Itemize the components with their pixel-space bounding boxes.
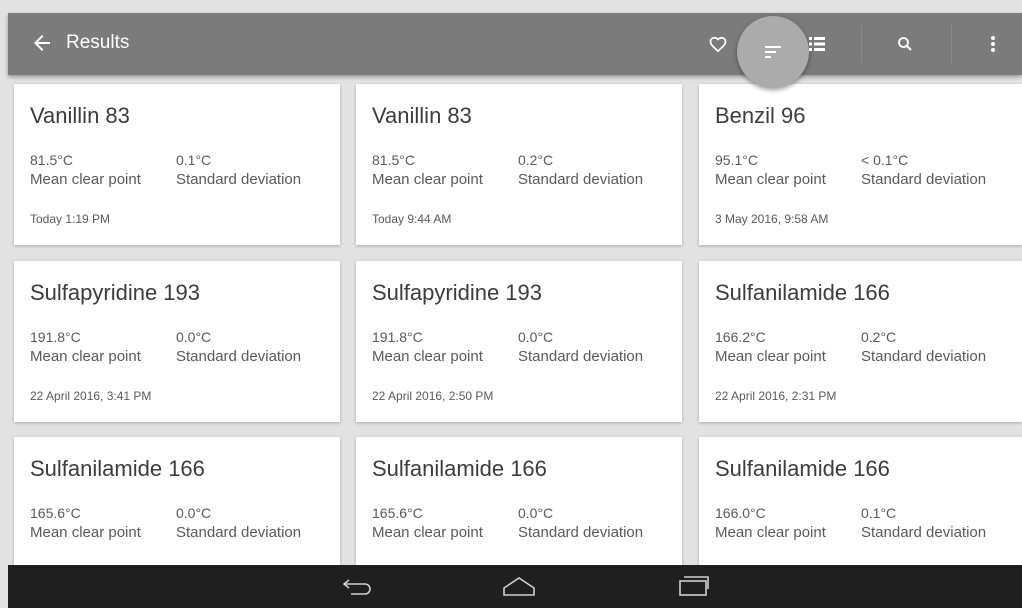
nav-recents-icon[interactable] bbox=[668, 571, 720, 601]
appbar-divider bbox=[951, 25, 952, 63]
result-card[interactable]: Benzil 96 95.1°C Mean clear point < 0.1°… bbox=[699, 84, 1022, 245]
mean-clear-point-label: Mean clear point bbox=[372, 348, 483, 365]
result-timestamp: 22 April 2016, 2:50 PM bbox=[372, 389, 494, 403]
result-timestamp: Today 1:19 PM bbox=[30, 212, 111, 226]
standard-deviation-value: 0.2°C bbox=[861, 329, 897, 345]
result-timestamp: Today 9:44 AM bbox=[372, 212, 452, 226]
system-nav-bar bbox=[8, 565, 1022, 608]
standard-deviation-label: Standard deviation bbox=[861, 524, 987, 541]
standard-deviation-value: 0.0°C bbox=[518, 505, 554, 521]
result-card[interactable]: Sulfapyridine 193 191.8°C Mean clear poi… bbox=[356, 261, 682, 422]
mean-clear-point-label: Mean clear point bbox=[715, 171, 826, 188]
standard-deviation-label: Standard deviation bbox=[861, 348, 987, 365]
result-name: Sulfanilamide 166 bbox=[30, 456, 205, 481]
mean-clear-point-value: 165.6°C bbox=[30, 505, 81, 521]
mean-clear-point-label: Mean clear point bbox=[30, 171, 141, 188]
mean-clear-point-label: Mean clear point bbox=[30, 348, 141, 365]
mean-clear-point-label: Mean clear point bbox=[30, 524, 141, 541]
mean-clear-point-value: 191.8°C bbox=[30, 329, 81, 345]
standard-deviation-value: 0.0°C bbox=[176, 505, 212, 521]
results-grid: Vanillin 83 81.5°C Mean clear point 0.1°… bbox=[0, 75, 1022, 565]
result-name: Benzil 96 bbox=[715, 103, 806, 128]
mean-clear-point-label: Mean clear point bbox=[372, 524, 483, 541]
standard-deviation-value: 0.0°C bbox=[176, 329, 212, 345]
search-icon[interactable] bbox=[893, 32, 917, 56]
mean-clear-point-value: 166.2°C bbox=[715, 329, 766, 345]
result-name: Vanillin 83 bbox=[372, 103, 472, 128]
result-timestamp: 22 April 2016, 2:31 PM bbox=[715, 389, 837, 403]
result-timestamp: 22 April 2016, 3:41 PM bbox=[30, 389, 152, 403]
mean-clear-point-label: Mean clear point bbox=[715, 348, 826, 365]
standard-deviation-label: Standard deviation bbox=[176, 171, 302, 188]
app-bar: Results bbox=[8, 13, 1022, 88]
result-card[interactable]: Sulfanilamide 166 165.6°C Mean clear poi… bbox=[14, 437, 340, 565]
result-card[interactable]: Sulfanilamide 166 165.6°C Mean clear poi… bbox=[356, 437, 682, 565]
heart-outline-icon[interactable] bbox=[706, 32, 730, 56]
more-vert-icon[interactable] bbox=[981, 32, 1005, 56]
standard-deviation-value: < 0.1°C bbox=[861, 152, 909, 168]
standard-deviation-label: Standard deviation bbox=[861, 171, 987, 188]
standard-deviation-label: Standard deviation bbox=[176, 348, 302, 365]
arrow-back-icon[interactable] bbox=[30, 31, 54, 55]
nav-back-icon[interactable] bbox=[332, 571, 384, 601]
result-card[interactable]: Sulfanilamide 166 166.2°C Mean clear poi… bbox=[699, 261, 1022, 422]
list-view-icon[interactable] bbox=[805, 32, 829, 56]
result-name: Sulfapyridine 193 bbox=[372, 280, 543, 305]
standard-deviation-label: Standard deviation bbox=[176, 524, 302, 541]
result-card[interactable]: Vanillin 83 81.5°C Mean clear point 0.2°… bbox=[356, 84, 682, 245]
standard-deviation-value: 0.2°C bbox=[518, 152, 554, 168]
nav-home-icon[interactable] bbox=[493, 571, 545, 601]
result-card[interactable]: Vanillin 83 81.5°C Mean clear point 0.1°… bbox=[14, 84, 340, 245]
mean-clear-point-value: 95.1°C bbox=[715, 152, 758, 168]
standard-deviation-value: 0.1°C bbox=[176, 152, 212, 168]
standard-deviation-label: Standard deviation bbox=[518, 348, 644, 365]
standard-deviation-value: 0.0°C bbox=[518, 329, 554, 345]
appbar-divider bbox=[861, 25, 862, 63]
mean-clear-point-value: 166.0°C bbox=[715, 505, 766, 521]
mean-clear-point-label: Mean clear point bbox=[715, 524, 826, 541]
result-name: Sulfanilamide 166 bbox=[715, 456, 890, 481]
mean-clear-point-value: 81.5°C bbox=[30, 152, 73, 168]
result-name: Sulfapyridine 193 bbox=[30, 280, 201, 305]
sort-icon[interactable] bbox=[761, 40, 785, 64]
page-title: Results bbox=[66, 32, 130, 53]
mean-clear-point-value: 191.8°C bbox=[372, 329, 423, 345]
result-name: Sulfanilamide 166 bbox=[715, 280, 890, 305]
result-timestamp: 3 May 2016, 9:58 AM bbox=[715, 212, 829, 226]
result-name: Sulfanilamide 166 bbox=[372, 456, 547, 481]
result-name: Vanillin 83 bbox=[30, 103, 130, 128]
mean-clear-point-value: 81.5°C bbox=[372, 152, 415, 168]
standard-deviation-label: Standard deviation bbox=[518, 524, 644, 541]
result-card[interactable]: Sulfanilamide 166 166.0°C Mean clear poi… bbox=[699, 437, 1022, 565]
standard-deviation-value: 0.1°C bbox=[861, 505, 897, 521]
mean-clear-point-label: Mean clear point bbox=[372, 171, 483, 188]
standard-deviation-label: Standard deviation bbox=[518, 171, 644, 188]
result-card[interactable]: Sulfapyridine 193 191.8°C Mean clear poi… bbox=[14, 261, 340, 422]
mean-clear-point-value: 165.6°C bbox=[372, 505, 423, 521]
